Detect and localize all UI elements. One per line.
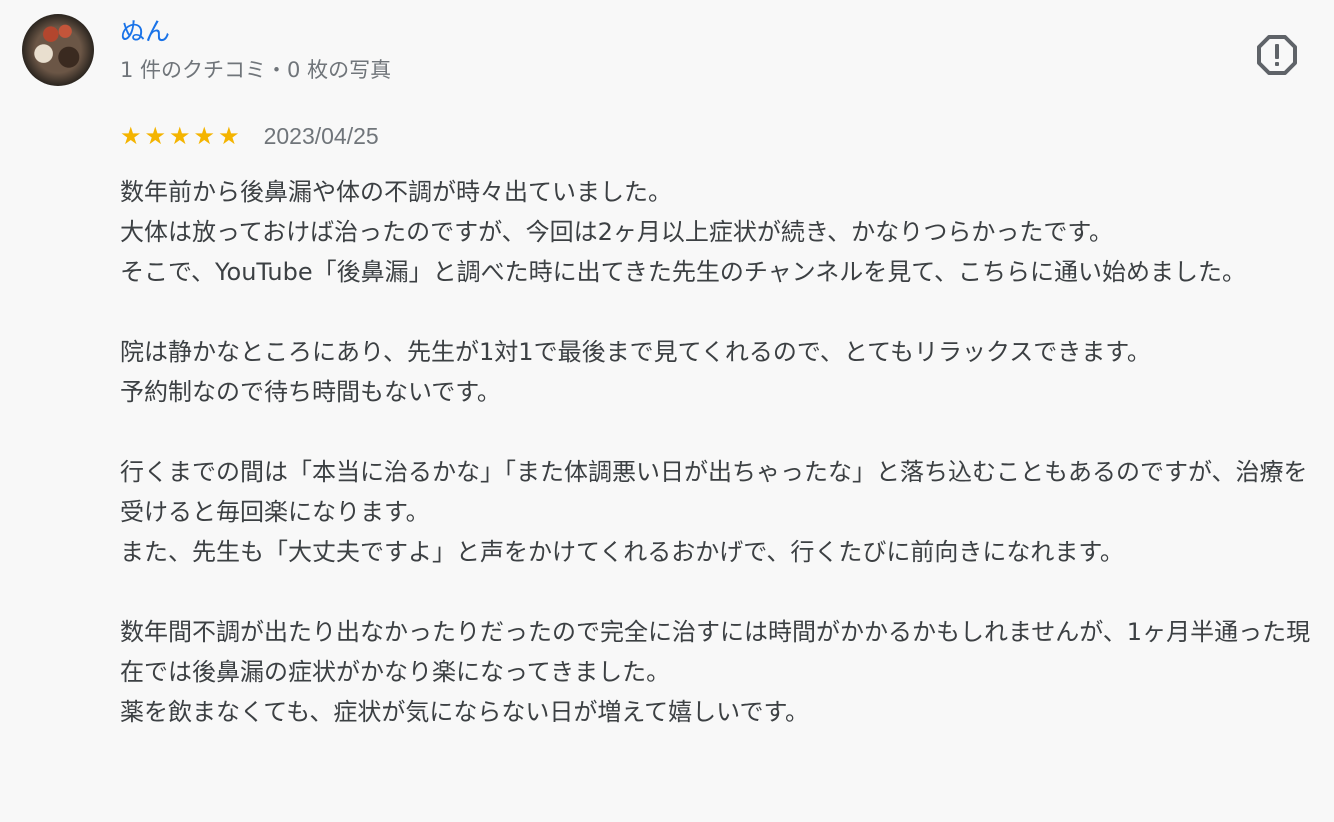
review-paragraph: 院は静かなところにあり、先生が1対1で最後まで見てくれるので、とてもリラックスで… [120, 338, 1151, 406]
star-icon: ★ [169, 122, 191, 150]
review-paragraph: 行くまでの間は「本当に治るかな」「また体調悪い日が出ちゃったな」と落ち込むことも… [120, 458, 1308, 566]
star-rating: ★ ★ ★ ★ ★ [120, 124, 240, 148]
reviewer-meta: 1 件のクチコミ・0 枚の写真 [120, 58, 392, 82]
review-text: 数年前から後鼻漏や体の不調が時々出ていました。 大体は放っておけば治ったのですが… [120, 172, 1320, 732]
report-icon[interactable] [1256, 34, 1298, 76]
star-icon: ★ [120, 122, 142, 150]
rating-row: ★ ★ ★ ★ ★ 2023/04/25 [120, 120, 379, 152]
review-paragraph: 数年間不調が出たり出なかったりだったので完全に治すには時間がかかるかもしれません… [120, 618, 1311, 726]
star-icon: ★ [193, 122, 216, 150]
star-icon: ★ [218, 122, 240, 150]
star-icon: ★ [144, 122, 167, 150]
reviewer-avatar[interactable] [22, 14, 94, 86]
reviewer-name[interactable]: ぬん [120, 16, 170, 48]
review-date: 2023/04/25 [263, 122, 379, 149]
review-paragraph: 数年前から後鼻漏や体の不調が時々出ていました。 大体は放っておけば治ったのですが… [120, 178, 1246, 286]
